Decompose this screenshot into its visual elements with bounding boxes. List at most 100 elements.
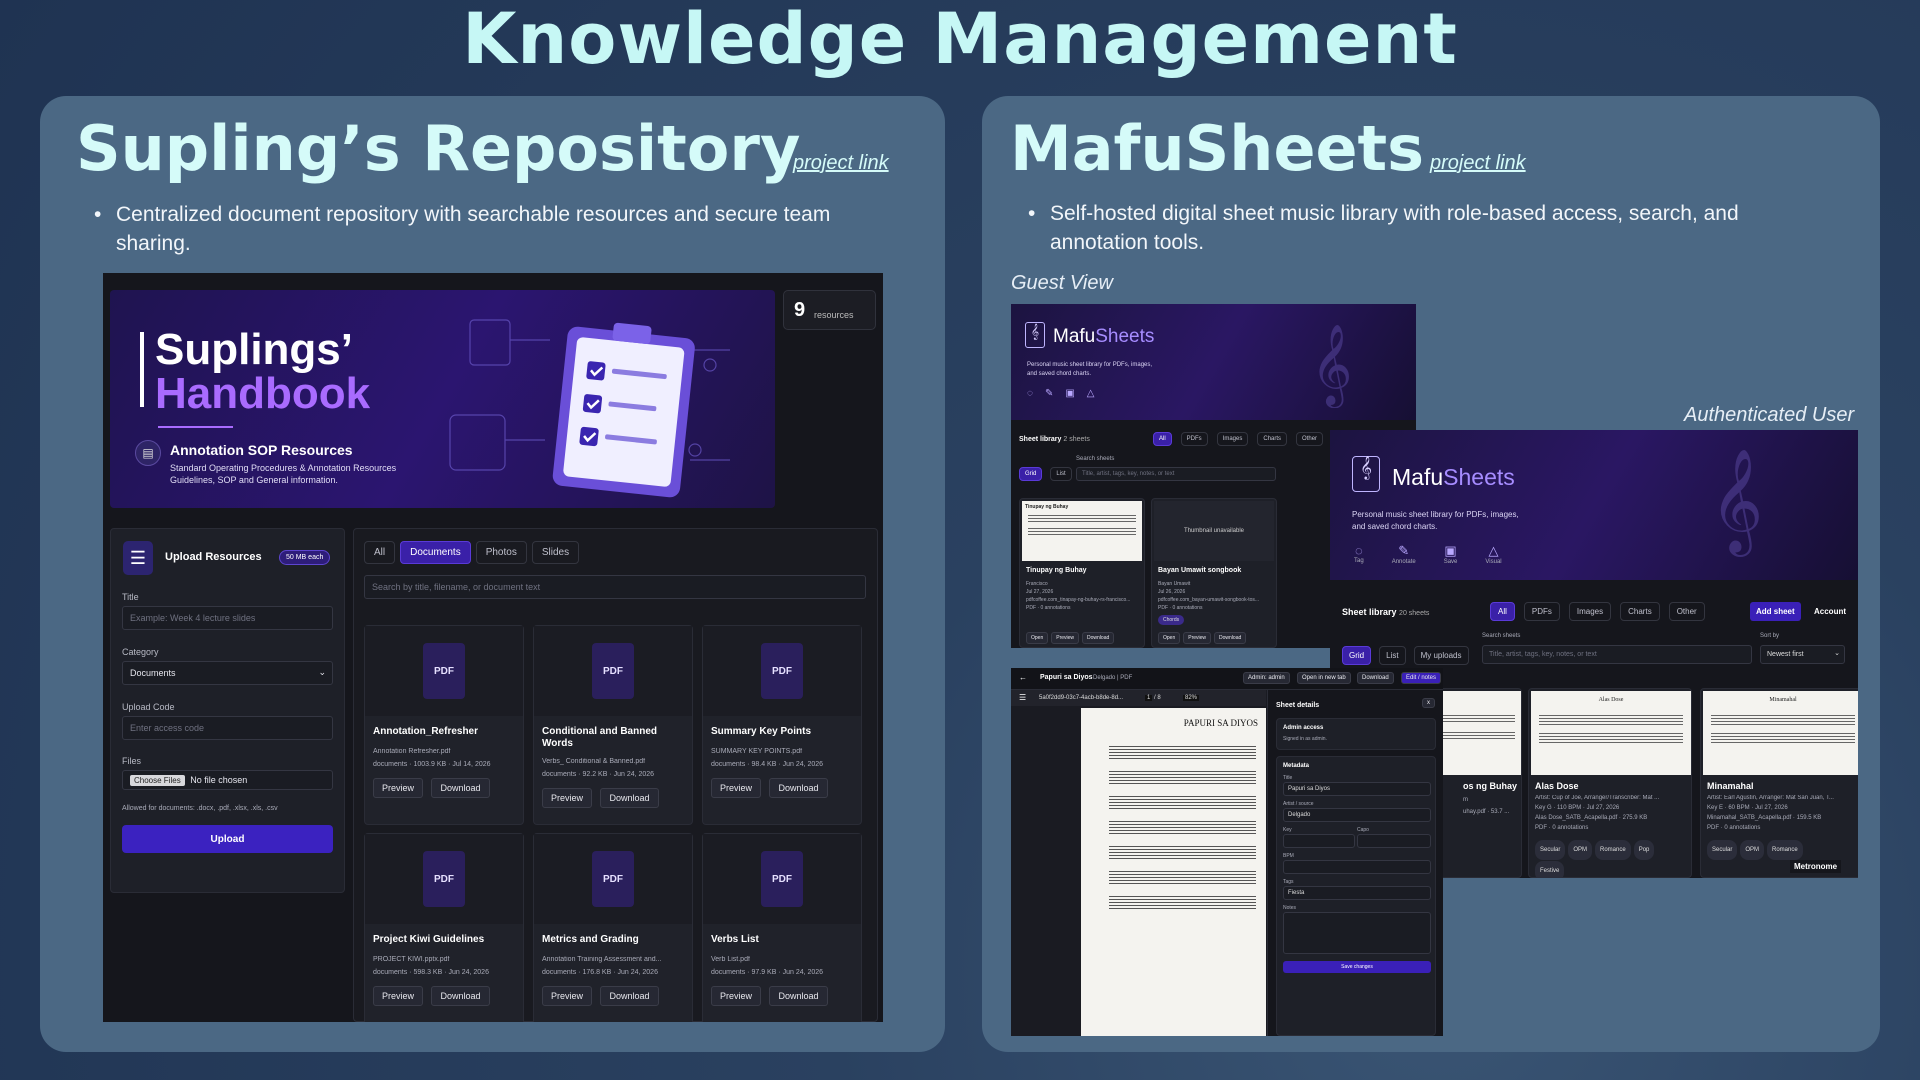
document-card[interactable]: PDF Verbs List Verb List.pdf documents ·… <box>702 833 862 1022</box>
filter-charts[interactable]: Charts <box>1257 432 1288 446</box>
preview-button[interactable]: Preview <box>1051 632 1080 644</box>
sort-select[interactable]: Newest first ⌄ <box>1760 645 1845 664</box>
download-button[interactable]: Download <box>600 788 659 808</box>
preview-button[interactable]: Preview <box>542 986 593 1006</box>
auth-brand-a: Mafu <box>1392 464 1444 490</box>
document-card[interactable]: PDF Metrics and Grading Annotation Train… <box>533 833 693 1022</box>
document-meta: documents · 598.3 KB · Jun 24, 2026 <box>373 969 489 976</box>
title-field[interactable]: Papuri sa Diyos <box>1283 782 1431 796</box>
download-button[interactable]: Download <box>431 778 490 798</box>
category-select[interactable]: Documents ⌄ <box>122 661 333 685</box>
preview-button[interactable]: Preview <box>1183 632 1212 644</box>
auth-sheet-card[interactable]: Alas Dose Alas Dose Artist: Cup of Joe, … <box>1528 688 1692 878</box>
document-filename: Annotation Training Assessment and... <box>542 956 662 963</box>
clipboard-icon: ☰ <box>123 541 153 575</box>
add-sheet-button[interactable]: Add sheet <box>1750 602 1801 621</box>
download-button[interactable]: Download <box>1082 632 1115 644</box>
notes-field[interactable] <box>1283 912 1431 954</box>
right-project-link[interactable]: project link <box>1430 152 1526 175</box>
filter-pdfs[interactable]: PDFs <box>1180 432 1208 446</box>
pdf-file-icon: PDF <box>592 851 634 907</box>
back-arrow-icon[interactable]: ← <box>1019 673 1027 682</box>
bpm-field[interactable] <box>1283 860 1431 874</box>
document-thumbnail: PDF <box>365 834 523 924</box>
document-search-input[interactable]: Search by title, filename, or document t… <box>364 575 866 599</box>
tab-photos[interactable]: Photos <box>475 541 527 564</box>
filter-other[interactable]: Other <box>1668 602 1705 621</box>
download-button[interactable]: Download <box>769 986 828 1006</box>
auth-sheet-card[interactable]: Minamahal Minamahal Artist: Earl Agustin… <box>1700 688 1858 878</box>
choose-files-button[interactable]: Choose Files <box>130 775 185 786</box>
filter-images[interactable]: Images <box>1568 602 1612 621</box>
left-project-link[interactable]: project link <box>793 152 889 175</box>
tab-all[interactable]: All <box>364 541 396 564</box>
filter-all[interactable]: All <box>1153 432 1172 446</box>
chevron-down-icon: ⌄ <box>318 667 326 677</box>
preview-button[interactable]: Preview <box>373 778 424 798</box>
filter-pdfs[interactable]: PDFs <box>1523 602 1560 621</box>
guest-sheet-card[interactable]: Tinupay ng Buhay Tinupay ng Buhay Franci… <box>1019 498 1145 648</box>
sheet-line-3: Minamahal_SATB_Acapella.pdf · 159.5 KB <box>1707 815 1822 821</box>
sheet-line-4: PDF · 0 annotations <box>1026 605 1071 611</box>
editor-download-button[interactable]: Download <box>1357 672 1394 684</box>
open-button[interactable]: Open <box>1158 632 1181 644</box>
account-button[interactable]: Account <box>1810 602 1850 621</box>
auth-library-label: Sheet library <box>1342 607 1397 617</box>
guest-search-input[interactable]: Title, artist, tags, key, notes, or text <box>1076 467 1276 481</box>
tab-documents[interactable]: Documents <box>400 541 471 564</box>
music-note-icon: 𝄞 <box>1025 322 1045 348</box>
chip: Festive <box>1535 861 1565 878</box>
download-button[interactable]: Download <box>769 778 828 798</box>
metronome-icon: △ <box>1488 543 1499 558</box>
sort-value: Newest first <box>1767 651 1804 658</box>
upload-code-input[interactable]: Enter access code <box>122 716 333 740</box>
filter-charts[interactable]: Charts <box>1620 602 1660 621</box>
preview-button[interactable]: Preview <box>711 778 762 798</box>
guest-sheet-card[interactable]: Thumbnail unavailable Bayan Umawit songb… <box>1151 498 1277 648</box>
artist-field[interactable]: Delgado <box>1283 808 1431 822</box>
upload-button[interactable]: Upload <box>122 825 333 853</box>
preview-button[interactable]: Preview <box>373 986 424 1006</box>
file-input[interactable]: Choose Files No file chosen <box>122 770 333 790</box>
guest-grid-toggle[interactable]: Grid <box>1019 467 1043 481</box>
auth-filter-tabs: All PDFs Images Charts Other <box>1490 602 1710 621</box>
guest-hero: 𝄞 MafuSheets Personal music sheet librar… <box>1011 304 1416 420</box>
filter-images[interactable]: Images <box>1216 432 1249 446</box>
filter-other[interactable]: Other <box>1296 432 1324 446</box>
my-uploads-toggle[interactable]: My uploads <box>1413 646 1469 665</box>
auth-list-toggle[interactable]: List <box>1379 646 1406 665</box>
save-changes-button[interactable]: Save changes <box>1283 961 1431 973</box>
download-button[interactable]: Download <box>600 986 659 1006</box>
tag-icon: ◌ <box>1027 388 1033 399</box>
title-input[interactable]: Example: Week 4 lecture slides <box>122 606 333 630</box>
close-icon[interactable]: x <box>1422 698 1435 708</box>
capo-field[interactable] <box>1357 834 1431 848</box>
preview-button[interactable]: Preview <box>542 788 593 808</box>
pdf-file-icon: PDF <box>761 851 803 907</box>
tags-field[interactable]: Fiesta <box>1283 886 1431 900</box>
clipboard-checklist-icon <box>449 319 730 498</box>
document-card[interactable]: PDF Project Kiwi Guidelines PROJECT KIWI… <box>364 833 524 1022</box>
tab-slides[interactable]: Slides <box>531 541 580 564</box>
document-meta: documents · 98.4 KB · Jun 24, 2026 <box>711 761 824 768</box>
metronome-button[interactable]: Metronome <box>1790 860 1842 873</box>
auth-grid-toggle[interactable]: Grid <box>1342 646 1372 665</box>
guest-list-toggle[interactable]: List <box>1050 467 1072 481</box>
document-card[interactable]: PDF Annotation_Refresher Annotation Refr… <box>364 625 524 825</box>
open-button[interactable]: Open <box>1026 632 1049 644</box>
document-card[interactable]: PDF Summary Key Points SUMMARY KEY POINT… <box>702 625 862 825</box>
document-card[interactable]: PDF Conditional and Banned Words Verbs_ … <box>533 625 693 825</box>
download-button[interactable]: Download <box>431 986 490 1006</box>
download-button[interactable]: Download <box>1214 632 1247 644</box>
preview-button[interactable]: Preview <box>711 986 762 1006</box>
zoom-level[interactable]: 82% <box>1183 695 1200 701</box>
auth-brand-b: Sheets <box>1443 464 1515 490</box>
edit-notes-button[interactable]: Edit / notes <box>1401 672 1442 684</box>
filter-all[interactable]: All <box>1490 602 1515 621</box>
page-number[interactable]: 1 <box>1145 695 1153 701</box>
open-new-tab-button[interactable]: Open in new tab <box>1297 672 1351 684</box>
treble-clef-icon: 𝄞 <box>1710 451 1764 551</box>
key-field[interactable] <box>1283 834 1355 848</box>
menu-icon[interactable]: ☰ <box>1019 693 1026 702</box>
auth-search-input[interactable]: Title, artist, tags, key, notes, or text <box>1482 645 1752 664</box>
